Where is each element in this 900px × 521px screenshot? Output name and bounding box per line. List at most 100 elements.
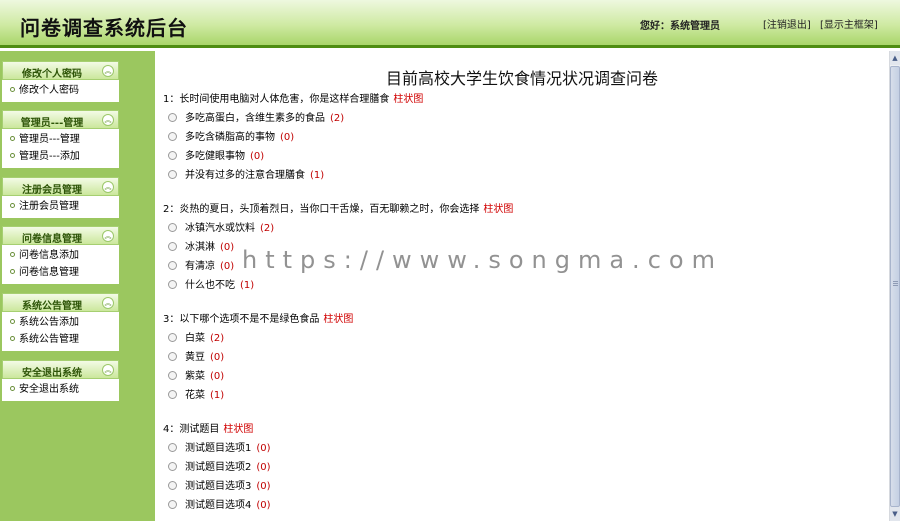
radio-button[interactable] — [168, 242, 177, 251]
scroll-down-arrow-icon[interactable]: ▼ — [890, 507, 900, 521]
question-option: 什么也不吃 (1) — [163, 276, 513, 295]
sidebar-group-header[interactable]: 安全退出系统 ︽ — [2, 360, 119, 379]
radio-button[interactable] — [168, 113, 177, 122]
radio-button[interactable] — [168, 390, 177, 399]
sidebar-group-title: 系统公告管理 — [22, 301, 82, 312]
option-label: 测试题目选项1 — [185, 443, 252, 454]
scroll-up-arrow-icon[interactable]: ▲ — [890, 51, 900, 65]
radio-button[interactable] — [168, 371, 177, 380]
logout-link[interactable]: [注销退出] — [763, 20, 811, 31]
bar-chart-link[interactable]: 柱状图 — [323, 314, 353, 325]
radio-button[interactable] — [168, 261, 177, 270]
bullet-dot-icon — [10, 319, 15, 324]
collapse-chevron-icon[interactable]: ︽ — [102, 230, 114, 242]
radio-button[interactable] — [168, 462, 177, 471]
sidebar-group-title: 注册会员管理 — [22, 185, 82, 196]
collapse-chevron-icon[interactable]: ︽ — [102, 181, 114, 193]
sidebar-group-header[interactable]: 系统公告管理 ︽ — [2, 293, 119, 312]
question-option: 紫菜 (0) — [163, 367, 353, 386]
question-title: 2：炎热的夏日，头顶着烈日，当你口干舌燥，百无聊赖之时，你会选择 柱状图 — [163, 201, 513, 219]
sidebar-group-title: 安全退出系统 — [22, 368, 82, 379]
option-label: 白菜 — [185, 333, 205, 344]
collapse-chevron-icon[interactable]: ︽ — [102, 297, 114, 309]
scrollbar-thumb[interactable] — [890, 66, 900, 507]
main-content: 目前高校大学生饮食情况状况调查问卷 1：长时间使用电脑对人体危害，你是这样合理膳… — [155, 51, 889, 521]
radio-button[interactable] — [168, 151, 177, 160]
header-links: [注销退出] [显示主框架] — [763, 16, 884, 31]
bullet-dot-icon — [10, 153, 15, 158]
question-option: 测试题目选项1 (0) — [163, 439, 271, 458]
bullet-dot-icon — [10, 336, 15, 341]
sidebar-item-questionnaire-add[interactable]: 问卷信息添加 — [2, 247, 119, 264]
question-block: 3：以下哪个选项不是不是绿色食品 柱状图 白菜 (2) 黄豆 (0) 紫菜 (0) 花菜… — [163, 311, 353, 405]
question-block: 4：测试题目 柱状图 测试题目选项1 (0) 测试题目选项2 (0) 测试题目选项3 (… — [163, 421, 271, 515]
header-bar: 问卷调查系统后台 您好：系统管理员 [注销退出] [显示主框架] — [0, 0, 900, 48]
vote-count: (1) — [240, 280, 255, 291]
grip-icon — [893, 281, 898, 282]
sidebar-item-member-manage[interactable]: 注册会员管理 — [2, 198, 119, 215]
sidebar-group-body: 管理员---管理 管理员---添加 — [2, 129, 119, 168]
sidebar-item-logout[interactable]: 安全退出系统 — [2, 381, 119, 398]
bullet-dot-icon — [10, 269, 15, 274]
radio-button[interactable] — [168, 500, 177, 509]
vote-count: (0) — [256, 500, 271, 511]
option-label: 多吃含磷脂高的事物 — [185, 132, 275, 143]
radio-button[interactable] — [168, 170, 177, 179]
sidebar-group-header[interactable]: 问卷信息管理 ︽ — [2, 226, 119, 245]
radio-button[interactable] — [168, 481, 177, 490]
question-text: 2：炎热的夏日，头顶着烈日，当你口干舌燥，百无聊赖之时，你会选择 — [163, 204, 480, 215]
show-main-frame-link[interactable]: [显示主框架] — [820, 20, 878, 31]
sidebar-item-label: 问卷信息添加 — [19, 250, 79, 261]
sidebar-item-label: 系统公告添加 — [19, 317, 79, 328]
sidebar-item-admin-manage[interactable]: 管理员---管理 — [2, 131, 119, 148]
sidebar-item-admin-add[interactable]: 管理员---添加 — [2, 148, 119, 165]
option-label: 什么也不吃 — [185, 280, 235, 291]
sidebar-item-change-password[interactable]: 修改个人密码 — [2, 82, 119, 99]
question-block: 1：长时间使用电脑对人体危害，你是这样合理膳食 柱状图 多吃高蛋白，含维生素多的食… — [163, 91, 423, 185]
bar-chart-link[interactable]: 柱状图 — [223, 424, 253, 435]
collapse-chevron-icon[interactable]: ︽ — [102, 364, 114, 376]
question-title: 3：以下哪个选项不是不是绿色食品 柱状图 — [163, 311, 353, 329]
option-label: 测试题目选项2 — [185, 462, 252, 473]
vote-count: (1) — [210, 390, 225, 401]
sidebar-group-body: 问卷信息添加 问卷信息管理 — [2, 245, 119, 284]
vote-count: (0) — [256, 481, 271, 492]
radio-button[interactable] — [168, 280, 177, 289]
sidebar-item-label: 系统公告管理 — [19, 334, 79, 345]
question-option: 多吃高蛋白，含维生素多的食品 (2) — [163, 109, 423, 128]
sidebar-item-label: 管理员---管理 — [19, 134, 80, 145]
sidebar-item-label: 安全退出系统 — [19, 384, 79, 395]
radio-button[interactable] — [168, 132, 177, 141]
radio-button[interactable] — [168, 333, 177, 342]
sidebar-group-password: 修改个人密码 ︽ 修改个人密码 — [2, 61, 119, 102]
question-option: 花菜 (1) — [163, 386, 353, 405]
collapse-chevron-icon[interactable]: ︽ — [102, 65, 114, 77]
question-option: 并没有过多的注意合理膳食 (1) — [163, 166, 423, 185]
bar-chart-link[interactable]: 柱状图 — [483, 204, 513, 215]
page-title: 目前高校大学生饮食情况状况调查问卷 — [385, 69, 658, 88]
option-label: 冰淇淋 — [185, 242, 215, 253]
vertical-scrollbar[interactable]: ▲ ▼ — [889, 51, 900, 521]
sidebar-group-header[interactable]: 注册会员管理 ︽ — [2, 177, 119, 196]
sidebar-item-announcement-manage[interactable]: 系统公告管理 — [2, 331, 119, 348]
sidebar-group-announcement: 系统公告管理 ︽ 系统公告添加 系统公告管理 — [2, 293, 119, 351]
radio-button[interactable] — [168, 352, 177, 361]
vote-count: (0) — [256, 462, 271, 473]
radio-button[interactable] — [168, 223, 177, 232]
bullet-dot-icon — [10, 386, 15, 391]
sidebar-group-header[interactable]: 修改个人密码 ︽ — [2, 61, 119, 80]
radio-button[interactable] — [168, 443, 177, 452]
vote-count: (1) — [310, 170, 325, 181]
sidebar-item-announcement-add[interactable]: 系统公告添加 — [2, 314, 119, 331]
sidebar-group-body: 注册会员管理 — [2, 196, 119, 218]
sidebar: 修改个人密码 ︽ 修改个人密码 管理员---管理 ︽ 管理员---管理 管理员-… — [0, 51, 155, 521]
app-title: 问卷调查系统后台 — [20, 16, 188, 40]
sidebar-group-title: 修改个人密码 — [22, 69, 82, 80]
sidebar-group-admin: 管理员---管理 ︽ 管理员---管理 管理员---添加 — [2, 110, 119, 168]
vote-count: (2) — [330, 113, 345, 124]
sidebar-item-questionnaire-manage[interactable]: 问卷信息管理 — [2, 264, 119, 281]
collapse-chevron-icon[interactable]: ︽ — [102, 114, 114, 126]
option-label: 测试题目选项3 — [185, 481, 252, 492]
sidebar-group-header[interactable]: 管理员---管理 ︽ — [2, 110, 119, 129]
bar-chart-link[interactable]: 柱状图 — [393, 94, 423, 105]
